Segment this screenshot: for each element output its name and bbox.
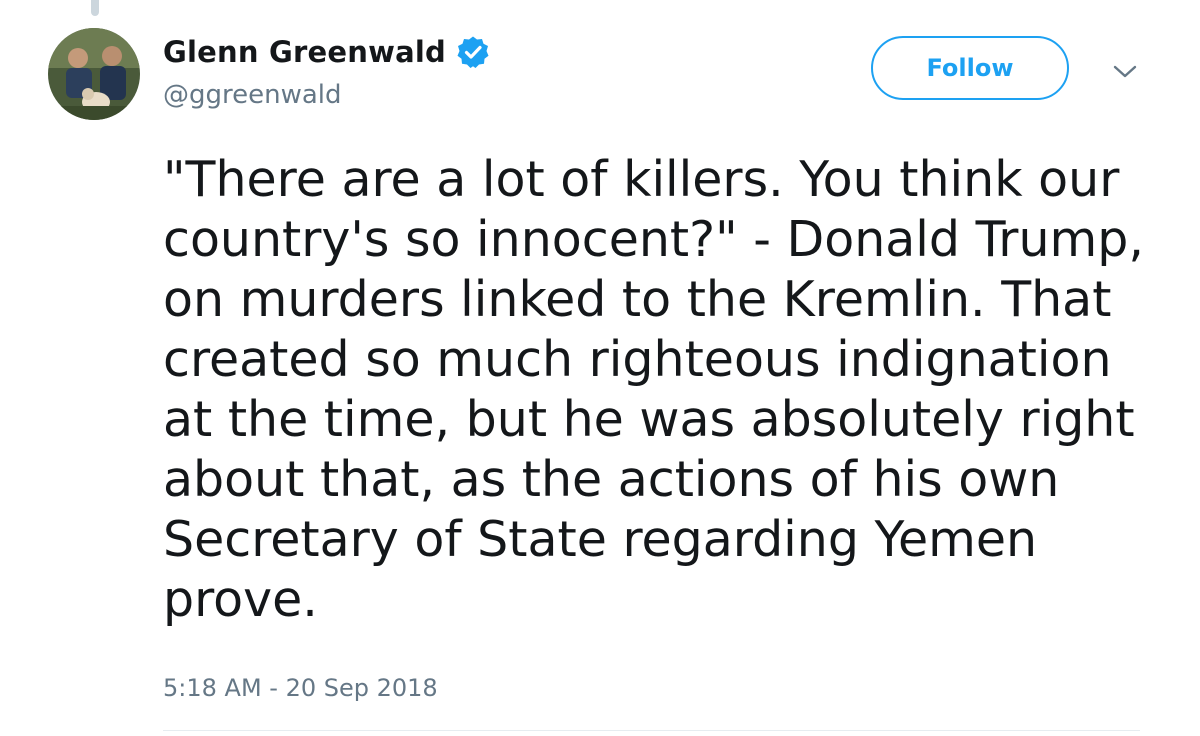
chevron-down-icon[interactable] — [1112, 62, 1138, 82]
divider — [163, 730, 1140, 731]
avatar[interactable] — [48, 28, 140, 120]
author-handle[interactable]: @ggreenwald — [163, 80, 342, 110]
tweet-text: "There are a lot of killers. You think o… — [163, 151, 1144, 628]
tweet-timestamp[interactable]: 5:18 AM - 20 Sep 2018 — [163, 674, 438, 702]
follow-button[interactable]: Follow — [871, 36, 1069, 100]
avatar-photo — [48, 28, 140, 120]
author-name-row: Glenn Greenwald — [163, 30, 490, 74]
author-display-name[interactable]: Glenn Greenwald — [163, 35, 446, 69]
verified-badge-icon — [456, 35, 490, 69]
thread-connector-line — [91, 0, 99, 16]
